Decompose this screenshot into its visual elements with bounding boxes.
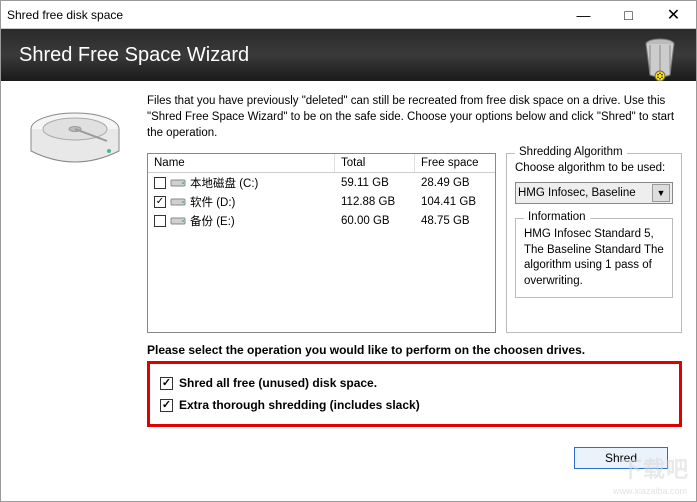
drive-total: 60.00 GB [335,214,415,228]
operation-shred-free-label: Shred all free (unused) disk space. [179,376,377,390]
col-name-header[interactable]: Name [148,154,335,172]
intro-text: Files that you have previously "deleted"… [147,93,682,141]
drive-free: 48.75 GB [415,214,495,228]
drive-label: 本地磁盘 (C:) [190,175,258,191]
drive-table-header: Name Total Free space [148,154,495,173]
operation-section: Please select the operation you would li… [147,343,682,427]
drive-label: 备份 (E:) [190,213,235,229]
algorithm-group: Shredding Algorithm Choose algorithm to … [506,153,682,333]
drive-checkbox[interactable]: ✓ [154,196,166,208]
wizard-title: Shred Free Space Wizard [19,44,249,67]
drive-total: 112.88 GB [335,195,415,209]
drive-free: 104.41 GB [415,195,495,209]
drive-table: Name Total Free space 本地磁盘 (C:) 59.11 GB2… [147,153,496,333]
drive-label: 软件 (D:) [190,194,235,210]
footer: Shred [15,447,682,479]
operation-shred-free[interactable]: ✓ Shred all free (unused) disk space. [160,372,669,394]
operation-title: Please select the operation you would li… [147,343,682,357]
algorithm-select[interactable]: HMG Infosec, Baseline ▼ [515,182,673,204]
window-title: Shred free disk space [1,8,561,22]
titlebar: Shred free disk space — □ ✕ [1,1,696,29]
trash-bin-icon [636,33,684,81]
algorithm-choose-label: Choose algorithm to be used: [515,162,673,174]
window-controls: — □ ✕ [561,1,696,28]
drive-checkbox[interactable] [154,215,166,227]
drive-icon [170,216,186,226]
hard-drive-icon [25,101,125,181]
wizard-header: Shred Free Space Wizard [1,29,696,81]
close-button[interactable]: ✕ [651,1,696,28]
operation-highlight-box: ✓ Shred all free (unused) disk space. ✓ … [147,361,682,427]
algorithm-selected-value: HMG Infosec, Baseline [518,187,636,199]
drive-total: 59.11 GB [335,176,415,190]
chevron-down-icon: ▼ [652,184,670,202]
drive-row[interactable]: 备份 (E:) 60.00 GB48.75 GB [148,211,495,230]
minimize-button[interactable]: — [561,1,606,28]
algorithm-legend: Shredding Algorithm [515,146,627,158]
algorithm-info-text: HMG Infosec Standard 5, The Baseline Sta… [524,227,664,289]
left-illustration [15,93,135,333]
operation-extra-thorough[interactable]: ✓ Extra thorough shredding (includes sla… [160,394,669,416]
drive-icon [170,178,186,188]
drive-free: 28.49 GB [415,176,495,190]
checkbox-shred-free[interactable]: ✓ [160,377,173,390]
drive-icon [170,197,186,207]
col-free-header[interactable]: Free space [415,154,495,172]
operation-extra-thorough-label: Extra thorough shredding (includes slack… [179,398,420,412]
maximize-button[interactable]: □ [606,1,651,28]
algorithm-info-group: Information HMG Infosec Standard 5, The … [515,218,673,298]
shred-button[interactable]: Shred [574,447,668,469]
drive-checkbox[interactable] [154,177,166,189]
watermark-url: www.xiazaiba.com [613,486,687,496]
algorithm-info-legend: Information [524,211,590,223]
content-area: Files that you have previously "deleted"… [1,81,696,485]
drive-row[interactable]: ✓ 软件 (D:) 112.88 GB104.41 GB [148,192,495,211]
col-total-header[interactable]: Total [335,154,415,172]
checkbox-extra-thorough[interactable]: ✓ [160,399,173,412]
drive-row[interactable]: 本地磁盘 (C:) 59.11 GB28.49 GB [148,173,495,192]
